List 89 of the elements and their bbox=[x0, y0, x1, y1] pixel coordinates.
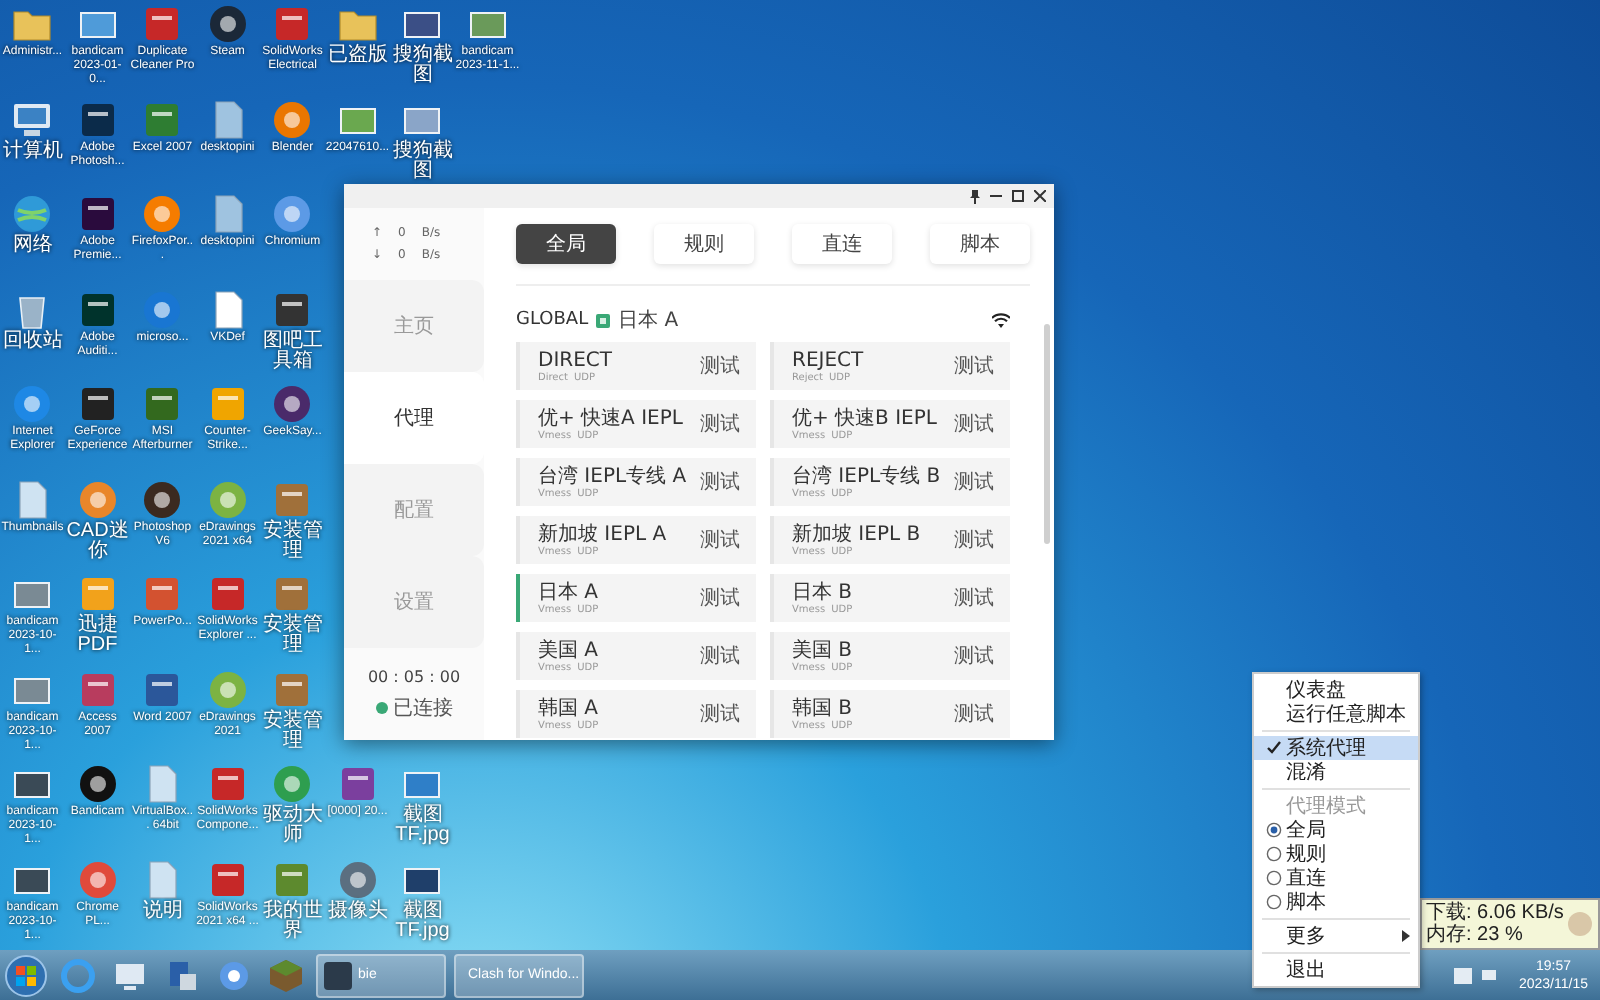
mode-tab[interactable]: 脚本 bbox=[930, 224, 1030, 264]
icon-label: 计算机 bbox=[0, 141, 65, 161]
round-app-icon[interactable] bbox=[270, 97, 315, 141]
icon-label: 网络 bbox=[10, 236, 55, 256]
icon-label: 驱动大师 bbox=[260, 806, 325, 846]
menu-item[interactable]: 更多 bbox=[1254, 924, 1418, 948]
icon-label: 搜狗截图 bbox=[390, 141, 455, 181]
round-app-icon[interactable] bbox=[270, 382, 315, 426]
test-button[interactable]: 测试 bbox=[700, 642, 740, 670]
proxy-name: 韩国 A bbox=[538, 697, 601, 719]
icon-label: 已盗版 bbox=[325, 46, 390, 66]
test-button[interactable]: 测试 bbox=[700, 410, 740, 438]
app-icon bbox=[324, 961, 352, 989]
maximize-icon[interactable] bbox=[1012, 190, 1024, 202]
menu-radio-item[interactable]: 规则 bbox=[1254, 842, 1418, 866]
proxy-name: REJECT bbox=[792, 349, 866, 371]
proxy-name: DIRECT bbox=[538, 349, 615, 371]
menu-item[interactable]: 系统代理 bbox=[1254, 736, 1418, 760]
avatar-icon bbox=[1567, 912, 1592, 936]
icon-label: 截图 TF.jpg bbox=[393, 901, 452, 941]
proxy-name: 美国 B bbox=[792, 639, 855, 661]
icon-label: 摄像头 bbox=[325, 901, 390, 921]
proxy-name: 优+ 快速B IEPL bbox=[792, 407, 939, 429]
round-app-icon[interactable] bbox=[75, 762, 120, 806]
nav-item[interactable]: 代理 bbox=[344, 372, 484, 464]
network-icon[interactable] bbox=[1480, 967, 1499, 983]
mode-tab[interactable]: 规则 bbox=[654, 224, 754, 264]
menu-header: 代理模式 bbox=[1254, 794, 1418, 818]
group-name: GLOBAL bbox=[516, 310, 589, 330]
icon-label: 安装管理 bbox=[260, 521, 325, 561]
menu-item[interactable]: 运行任意脚本 bbox=[1254, 702, 1418, 726]
proxy-name: 新加坡 IEPL B bbox=[792, 523, 923, 545]
test-button[interactable]: 测试 bbox=[954, 584, 994, 612]
round-app-icon[interactable] bbox=[140, 477, 185, 521]
tooltip-line: 下载: 6.06 KB/s bbox=[1426, 902, 1564, 924]
icon-label: 回收站 bbox=[0, 331, 65, 351]
icon-label: 截图 TF.jpg bbox=[393, 806, 452, 846]
test-button[interactable]: 测试 bbox=[954, 700, 994, 728]
scrollbar[interactable] bbox=[1044, 324, 1050, 544]
icon-label: 迅捷PDF bbox=[75, 616, 120, 656]
current-proxy: 日本 A bbox=[618, 307, 679, 334]
globe-icon[interactable] bbox=[10, 192, 55, 236]
test-button[interactable]: 测试 bbox=[700, 468, 740, 496]
test-button[interactable]: 测试 bbox=[954, 526, 994, 554]
square-icon bbox=[596, 313, 611, 327]
proxy-name: 日本 A bbox=[538, 581, 601, 603]
mode-tab[interactable]: 全局 bbox=[516, 224, 616, 264]
test-button[interactable]: 测试 bbox=[700, 352, 740, 380]
icon-label: 搜狗截图 bbox=[390, 46, 455, 86]
test-button[interactable]: 测试 bbox=[700, 584, 740, 612]
proxy-name: 台湾 IEPL专线 A bbox=[538, 465, 689, 487]
icon-label: 说明 bbox=[140, 901, 185, 921]
proxy-name: 美国 A bbox=[538, 639, 601, 661]
icon-label: 图吧工具箱 bbox=[260, 331, 325, 371]
menu-item[interactable]: 混淆 bbox=[1254, 760, 1418, 784]
submenu-arrow-icon bbox=[1402, 930, 1410, 942]
tray-icon[interactable] bbox=[1454, 967, 1473, 983]
proxy-name: 优+ 快速A IEPL bbox=[538, 407, 685, 429]
menu-radio-item[interactable]: 脚本 bbox=[1254, 890, 1418, 914]
test-button[interactable]: 测试 bbox=[700, 700, 740, 728]
round-app-icon[interactable] bbox=[205, 2, 250, 46]
status-text: 已连接 bbox=[393, 695, 453, 721]
tooltip-line: 内存: 23 % bbox=[1426, 924, 1525, 946]
round-app-icon[interactable] bbox=[270, 192, 315, 236]
menu-radio-item[interactable]: 直连 bbox=[1254, 866, 1418, 890]
proxy-name: 日本 B bbox=[792, 581, 855, 603]
test-button[interactable]: 测试 bbox=[954, 642, 994, 670]
mode-tab[interactable]: 直连 bbox=[792, 224, 892, 264]
close-icon[interactable] bbox=[1034, 190, 1046, 202]
test-button[interactable]: 测试 bbox=[954, 352, 994, 380]
menu-item[interactable]: 仪表盘 bbox=[1254, 678, 1418, 702]
menu-item[interactable]: 退出 bbox=[1254, 958, 1418, 982]
icon-label: CAD迷你 bbox=[65, 521, 130, 561]
minimize-icon[interactable] bbox=[990, 190, 1002, 202]
proxy-name: 新加坡 IEPL A bbox=[538, 523, 669, 545]
timer-text: 00 : 05 : 00 bbox=[367, 667, 461, 685]
wifi-icon[interactable] bbox=[992, 312, 1010, 328]
start-icon[interactable] bbox=[4, 953, 48, 997]
round-app-icon[interactable] bbox=[140, 192, 185, 236]
icon-label: 我的世界 bbox=[260, 901, 325, 941]
pin-icon[interactable] bbox=[970, 189, 980, 203]
test-button[interactable]: 测试 bbox=[700, 526, 740, 554]
test-button[interactable]: 测试 bbox=[954, 468, 994, 496]
proxy-name: 台湾 IEPL专线 B bbox=[792, 465, 943, 487]
test-button[interactable]: 测试 bbox=[954, 410, 994, 438]
menu-radio-item[interactable]: 全局 bbox=[1254, 818, 1418, 842]
icon-label: 安装管理 bbox=[260, 616, 325, 656]
icon-label: 安装管理 bbox=[260, 711, 325, 751]
proxy-name: 韩国 B bbox=[792, 697, 855, 719]
